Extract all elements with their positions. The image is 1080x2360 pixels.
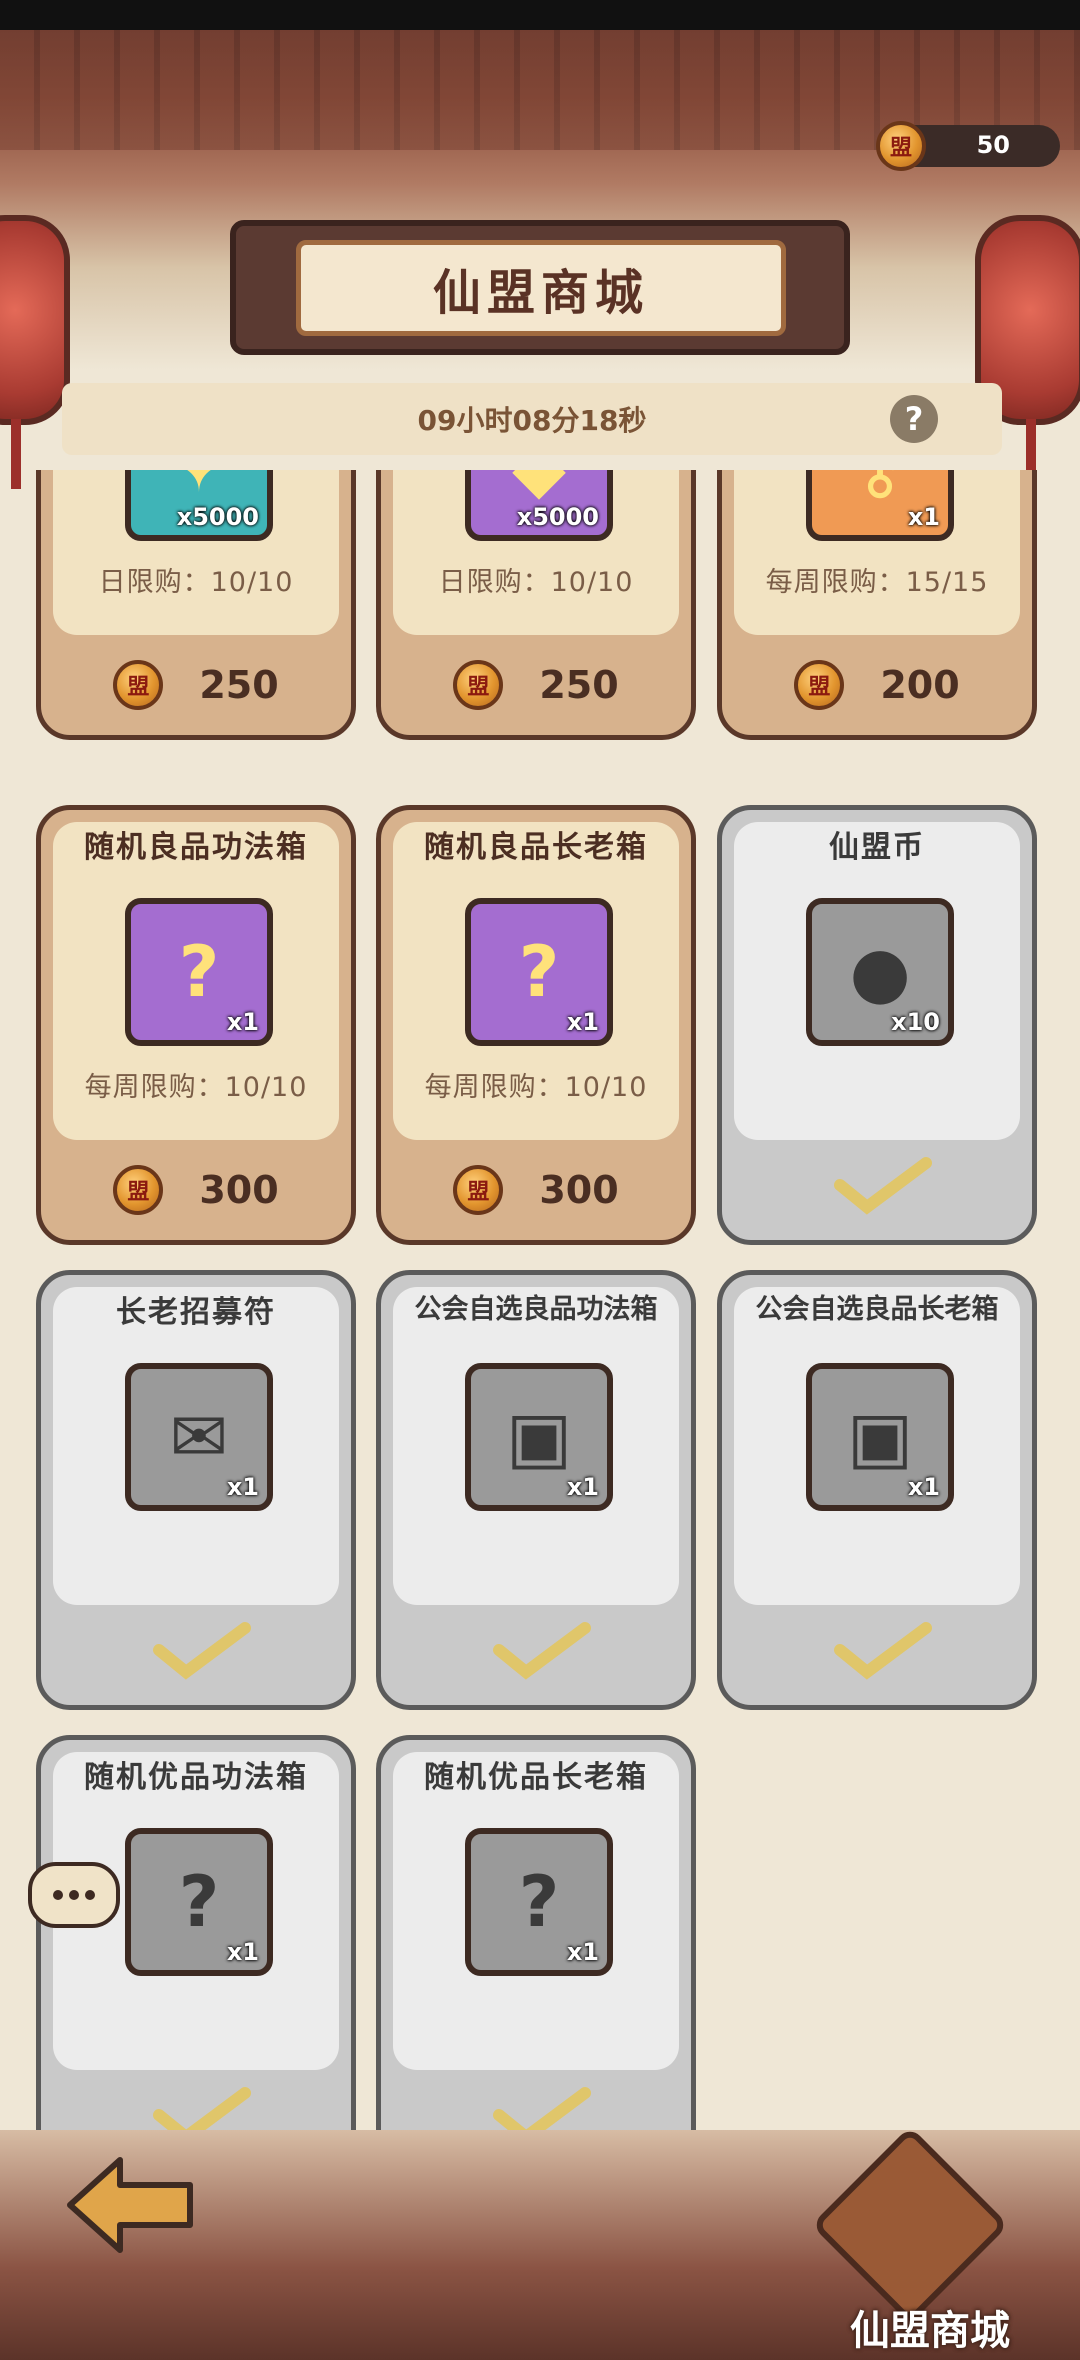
shop-tab-label[interactable]: 仙盟商城 [820, 2298, 1040, 2356]
status-bar [0, 0, 1080, 30]
page-title: 仙盟商城 [296, 240, 786, 336]
item-icon: ◆x5000 [465, 470, 613, 541]
item-icon: ▣ x1 [806, 1363, 954, 1511]
help-button[interactable]: ? [890, 395, 938, 443]
currency-value: 50 [976, 131, 1010, 159]
item-grid: ✦x5000 日限购：10/10 盟 250 ◆x5000 日限购：10/10 盟 250 ⚷x… [0, 470, 1080, 2130]
guild-coin-icon: 盟 [794, 660, 845, 710]
item-quantity: x1 [226, 1008, 259, 1036]
dot-icon [69, 1890, 79, 1900]
refresh-timer: 09小时08分18秒 [62, 383, 1002, 455]
item-price: 300 [539, 1168, 619, 1212]
price-row: 盟 200 [722, 645, 1032, 725]
item-name: 长老招募符 [116, 1295, 276, 1330]
item-quantity: x1 [907, 503, 940, 531]
shop-item-card[interactable]: 随机优品功法箱 ? x1 [36, 1735, 356, 2130]
price-row: 盟 300 [381, 1150, 691, 1230]
item-icon: ▣ x1 [465, 1363, 613, 1511]
item-name: 随机优品长老箱 [424, 1760, 648, 1795]
item-icon: ? x1 [465, 1828, 613, 1976]
shop-item-card[interactable]: ◆x5000 日限购：10/10 盟 250 [376, 470, 696, 740]
shop-item-card[interactable]: 仙盟币 ● x10 [717, 805, 1037, 1245]
price-row: 盟 250 [41, 645, 351, 725]
item-quantity: x1 [226, 1938, 259, 1966]
item-price: 200 [880, 663, 960, 707]
shop-item-card[interactable]: 随机优品长老箱 ? x1 [376, 1735, 696, 2130]
shop-item-card[interactable]: 随机良品功法箱 ? x1 每周限购：10/10 盟 300 [36, 805, 356, 1245]
dot-icon [85, 1890, 95, 1900]
item-icon: ⚷x1 [806, 470, 954, 541]
price-row: 盟 300 [41, 1150, 351, 1230]
currency-display: 盟 50 [876, 121, 1060, 171]
dot-icon [53, 1890, 63, 1900]
item-icon: ? x1 [125, 1828, 273, 1976]
item-name: 随机良品长老箱 [424, 830, 648, 865]
item-quantity: x1 [907, 1473, 940, 1501]
item-price: 250 [199, 663, 279, 707]
guild-coin-icon: 盟 [876, 121, 926, 171]
shop-item-card[interactable]: ⚷x1 每周限购：15/15 盟 200 [717, 470, 1037, 740]
back-arrow-icon[interactable] [60, 2150, 200, 2260]
guild-coin-icon: 盟 [113, 660, 164, 710]
shop-item-card[interactable]: 公会自选良品功法箱 ▣ x1 [376, 1270, 696, 1710]
item-name: 公会自选良品功法箱 [414, 1294, 658, 1325]
shop-item-card[interactable]: ✦x5000 日限购：10/10 盟 250 [36, 470, 356, 740]
item-quantity: x5000 [176, 503, 259, 531]
sold-out-check-icon [834, 1622, 932, 1680]
item-icon: ? x1 [465, 898, 613, 1046]
sold-out-check-icon [834, 1157, 932, 1215]
guild-coin-icon: 盟 [453, 660, 504, 710]
purchase-limit: 每周限购：15/15 [765, 567, 989, 598]
item-quantity: x1 [566, 1938, 599, 1966]
title-board: 仙盟商城 [230, 220, 850, 355]
guild-coin-icon: 盟 [113, 1165, 164, 1215]
shop-item-card[interactable]: 长老招募符 ✉ x1 [36, 1270, 356, 1710]
item-name: 公会自选良品长老箱 [755, 1294, 999, 1325]
purchase-limit: 每周限购：10/10 [424, 1072, 648, 1103]
purchase-limit: 日限购：10/10 [438, 567, 634, 598]
item-quantity: x10 [891, 1008, 940, 1036]
left-lantern [0, 215, 70, 489]
price-row: 盟 250 [381, 645, 691, 725]
purchase-limit: 每周限购：10/10 [84, 1072, 308, 1103]
shop-item-card[interactable]: 随机良品长老箱 ? x1 每周限购：10/10 盟 300 [376, 805, 696, 1245]
item-price: 300 [199, 1168, 279, 1212]
item-price: 250 [539, 663, 619, 707]
item-quantity: x1 [566, 1473, 599, 1501]
item-icon: ✦x5000 [125, 470, 273, 541]
item-icon: ✉ x1 [125, 1363, 273, 1511]
purchase-limit: 日限购：10/10 [98, 567, 294, 598]
item-quantity: x5000 [516, 503, 599, 531]
shop-item-card[interactable]: 公会自选良品长老箱 ▣ x1 [717, 1270, 1037, 1710]
sold-out-check-icon [153, 2087, 251, 2130]
sold-out-check-icon [153, 1622, 251, 1680]
item-name: 随机优品功法箱 [84, 1760, 308, 1795]
sold-out-check-icon [493, 2087, 591, 2130]
item-quantity: x1 [566, 1008, 599, 1036]
item-icon: ● x10 [806, 898, 954, 1046]
item-icon: ? x1 [125, 898, 273, 1046]
guild-coin-icon: 盟 [453, 1165, 504, 1215]
item-name: 随机良品功法箱 [84, 830, 308, 865]
chat-bubble-button[interactable] [28, 1862, 120, 1928]
timer-text: 09小时08分18秒 [417, 404, 647, 437]
item-quantity: x1 [226, 1473, 259, 1501]
item-name: 仙盟币 [829, 830, 925, 865]
sold-out-check-icon [493, 1622, 591, 1680]
